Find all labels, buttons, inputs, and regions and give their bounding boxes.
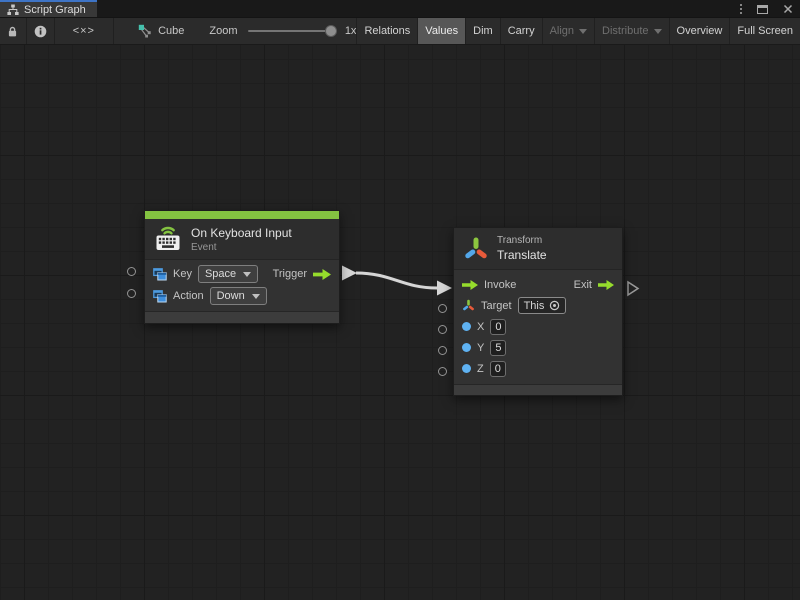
tab-title: Script Graph: [24, 4, 86, 16]
distribute-dropdown-button[interactable]: Distribute: [594, 18, 668, 44]
value-port-dot: [462, 322, 471, 331]
carry-button[interactable]: Carry: [500, 18, 542, 44]
node-titles: On Keyboard Input Event: [191, 226, 292, 253]
transform-icon: [463, 236, 489, 262]
tab-bar: Script Graph: [0, 0, 800, 18]
preview-code-button[interactable]: <×>: [55, 18, 115, 44]
z-value-field[interactable]: 0: [490, 361, 506, 377]
overview-button[interactable]: Overview: [669, 18, 730, 44]
script-graph-asset-icon: [138, 24, 152, 38]
port-label-action: Action: [173, 290, 204, 302]
y-value-field[interactable]: 5: [490, 340, 506, 356]
target-input-port[interactable]: [438, 304, 447, 313]
z-input-port[interactable]: [438, 367, 447, 376]
code-icon: <×>: [73, 25, 95, 37]
node-footer-strip: [454, 384, 622, 395]
port-row-x: X 0: [454, 316, 622, 337]
port-row-y: Y 5: [454, 337, 622, 358]
chevron-down-icon: [252, 294, 260, 299]
node-titles: Transform Translate: [497, 235, 547, 262]
port-row-key: Key Space Trigger: [145, 263, 339, 285]
graph-context[interactable]: Cube: [138, 18, 184, 44]
value-port-dot: [462, 364, 471, 373]
window-menu-icon[interactable]: [740, 4, 742, 14]
node-header[interactable]: Transform Translate: [454, 228, 622, 270]
chevron-down-icon: [654, 29, 662, 34]
exit-flow-arrow-icon[interactable]: [598, 280, 614, 290]
zoom-slider-handle[interactable]: [325, 25, 337, 37]
key-input-port[interactable]: [127, 267, 136, 276]
port-row-target: Target This: [454, 295, 622, 316]
zoom-label: Zoom: [209, 18, 237, 44]
fullscreen-button[interactable]: Full Screen: [729, 18, 800, 44]
port-label-z: Z: [477, 363, 484, 375]
zoom-value: 1x: [345, 18, 357, 44]
dim-button[interactable]: Dim: [465, 18, 500, 44]
trigger-flow-arrow-icon[interactable]: [313, 269, 331, 280]
port-row-action: Action Down: [145, 285, 339, 307]
node-translate[interactable]: Transform Translate Invoke Exit: [453, 227, 623, 396]
zoom-slider-track[interactable]: [248, 30, 337, 32]
align-dropdown-button[interactable]: Align: [542, 18, 594, 44]
graph-hierarchy-icon: [7, 4, 19, 16]
node-title: Translate: [497, 248, 547, 262]
node-header[interactable]: On Keyboard Input Event: [145, 219, 339, 260]
node-title: On Keyboard Input: [191, 226, 292, 240]
lock-button[interactable]: [0, 18, 27, 44]
node-category: Transform: [497, 235, 547, 246]
target-object-field[interactable]: This: [518, 297, 567, 314]
invoke-flow-arrow-icon[interactable]: [462, 280, 478, 290]
script-graph-window: { "window": { "tab_title": "Script Graph…: [0, 0, 800, 600]
zoom-slider[interactable]: [248, 18, 337, 44]
port-label-trigger: Trigger: [273, 268, 307, 280]
tab-script-graph[interactable]: Script Graph: [0, 0, 97, 17]
port-label-invoke: Invoke: [484, 279, 516, 291]
node-body: Invoke Exit Target This: [454, 270, 622, 381]
graph-canvas[interactable]: [0, 45, 800, 600]
event-accent-bar: [145, 211, 339, 219]
port-row-z: Z 0: [454, 358, 622, 379]
window-controls: [740, 0, 793, 18]
port-label-y: Y: [477, 342, 484, 354]
port-label-exit: Exit: [574, 279, 592, 291]
x-input-port[interactable]: [438, 325, 447, 334]
object-picker-icon[interactable]: [549, 300, 560, 311]
key-dropdown[interactable]: Space: [198, 265, 258, 283]
y-input-port[interactable]: [438, 346, 447, 355]
chevron-down-icon: [243, 272, 251, 277]
context-object-label: Cube: [158, 25, 184, 37]
enum-windows-icon: [153, 268, 167, 281]
relations-button[interactable]: Relations: [356, 18, 417, 44]
graph-toolbar: <×> Cube Zoom 1x Relations Values Dim Ca…: [0, 18, 800, 45]
toolbar-toggle-group: Relations Values Dim Carry Align Distrib…: [356, 18, 800, 44]
close-icon[interactable]: [783, 4, 793, 14]
port-label-x: X: [477, 321, 484, 333]
port-label-target: Target: [481, 300, 512, 312]
keyboard-input-icon: [153, 225, 183, 253]
values-button[interactable]: Values: [417, 18, 465, 44]
value-port-dot: [462, 343, 471, 352]
transform-mini-icon: [462, 299, 475, 312]
maximize-icon[interactable]: [757, 5, 768, 14]
lock-icon: [6, 25, 19, 38]
node-subtitle: Event: [191, 242, 292, 253]
enum-windows-icon: [153, 290, 167, 303]
action-input-port[interactable]: [127, 289, 136, 298]
node-body: Key Space Trigger Action D: [145, 260, 339, 309]
chevron-down-icon: [579, 29, 587, 34]
port-label-key: Key: [173, 268, 192, 280]
inspector-button[interactable]: [27, 18, 55, 44]
port-row-invoke: Invoke Exit: [454, 274, 622, 295]
node-footer-strip: [145, 311, 339, 323]
node-on-keyboard-input[interactable]: On Keyboard Input Event Key Space Trigge…: [144, 210, 340, 324]
action-dropdown[interactable]: Down: [210, 287, 267, 305]
x-value-field[interactable]: 0: [490, 319, 506, 335]
info-icon: [34, 25, 47, 38]
